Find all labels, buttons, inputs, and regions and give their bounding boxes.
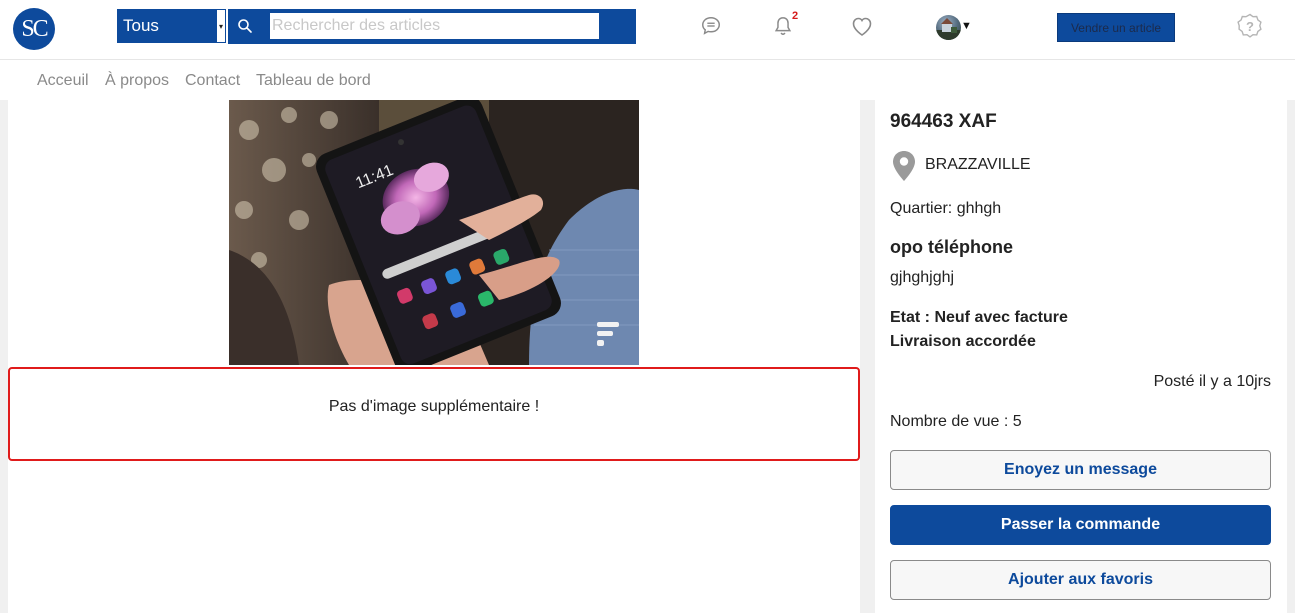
search-input[interactable] [270, 13, 599, 39]
chevron-down-icon[interactable]: ▾ [216, 9, 226, 43]
main-nav: Acceuil À propos Contact Tableau de bord [0, 60, 1295, 100]
svg-text:?: ? [1246, 19, 1254, 34]
posted-time: Posté il y a 10jrs [1153, 373, 1271, 390]
notification-badge: 2 [792, 10, 799, 22]
caret-down-icon[interactable]: ▼ [961, 20, 972, 32]
send-message-button[interactable]: Enoyez un message [890, 450, 1271, 490]
no-additional-image-text: Pas d'image supplémentaire ! [328, 398, 540, 415]
product-price: 964463 XAF [890, 111, 997, 132]
site-logo[interactable]: SC [13, 8, 55, 50]
nav-link-contact[interactable]: Contact [185, 72, 240, 90]
search-bar [228, 9, 636, 44]
nav-link-about[interactable]: À propos [105, 72, 169, 90]
top-header: SC Tous ▾ 2 [0, 0, 1295, 60]
product-quarter: Quartier: ghhgh [890, 200, 1002, 217]
product-condition: Etat : Neuf avec facture [890, 309, 1068, 326]
product-image[interactable]: 11:41 [229, 100, 639, 365]
nav-link-home[interactable]: Acceuil [37, 72, 89, 90]
search-icon[interactable] [237, 18, 253, 34]
panel-gutter [860, 100, 875, 613]
page-margin-right [1287, 100, 1295, 613]
avatar[interactable] [936, 15, 961, 40]
add-to-favorites-button[interactable]: Ajouter aux favoris [890, 560, 1271, 600]
sell-item-button[interactable]: Vendre un article [1057, 13, 1175, 42]
product-delivery: Livraison accordée [890, 333, 1036, 350]
product-city: BRAZZAVILLE [925, 156, 1031, 173]
view-count: Nombre de vue : 5 [890, 413, 1022, 430]
product-title: opo téléphone [890, 237, 1013, 257]
heart-icon[interactable] [850, 14, 874, 38]
help-icon[interactable]: ? [1237, 13, 1263, 39]
messages-icon[interactable] [699, 14, 723, 38]
category-select-value: Tous [123, 16, 159, 35]
nav-link-dashboard[interactable]: Tableau de bord [256, 72, 371, 90]
category-select[interactable]: Tous ▾ [117, 9, 226, 43]
page-margin-left [0, 100, 8, 613]
product-description: gjhghjghj [890, 269, 955, 286]
place-order-button[interactable]: Passer la commande [890, 505, 1271, 545]
location-pin-icon [893, 151, 915, 181]
no-additional-image-message: Pas d'image supplémentaire ! [8, 367, 860, 461]
